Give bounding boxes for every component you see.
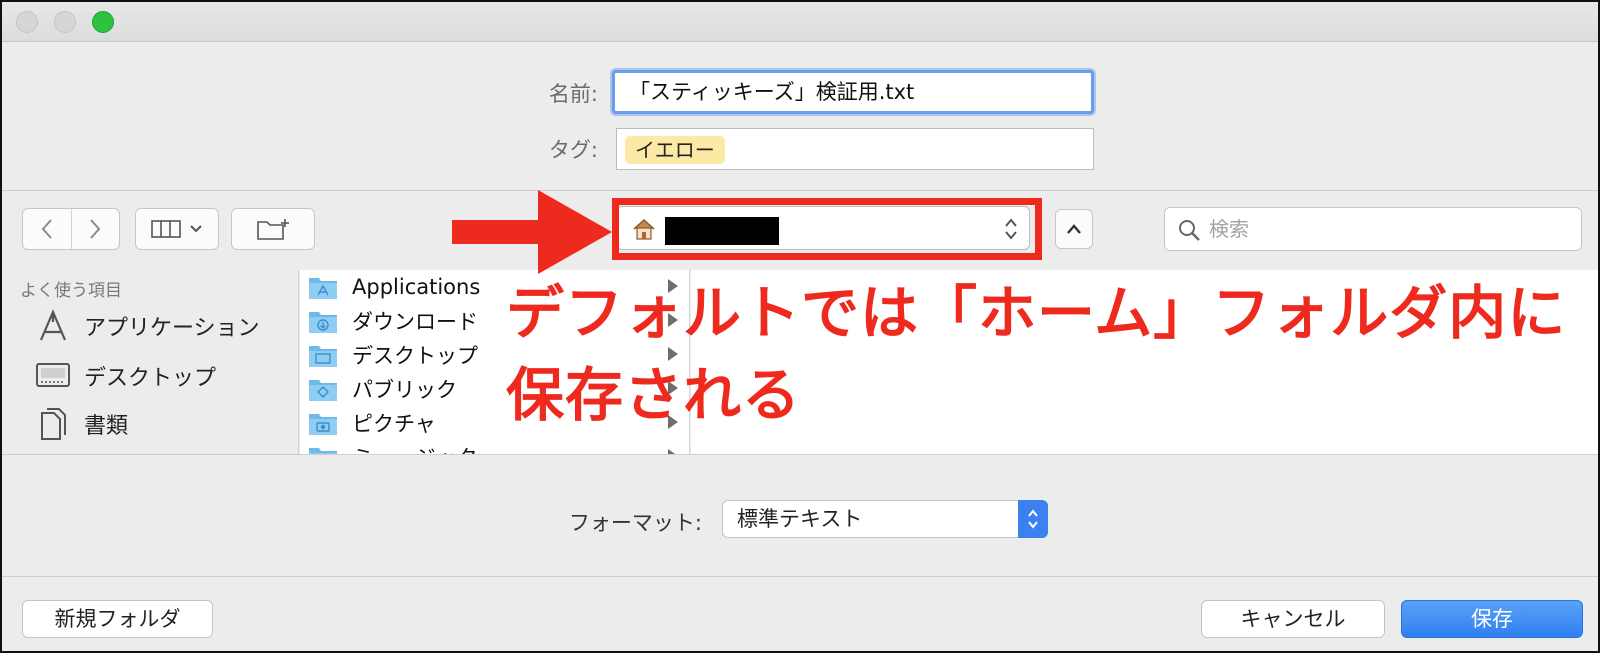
minimize-window-button[interactable] xyxy=(54,11,76,33)
sidebar-item-desktop[interactable]: デスクトップ xyxy=(32,354,216,398)
search-input[interactable] xyxy=(1209,214,1569,244)
annotation-text: デフォルトでは「ホーム」フォルダ内に 保存される xyxy=(506,272,1596,436)
close-window-button[interactable] xyxy=(16,11,38,33)
folder-icon xyxy=(309,380,337,401)
desktop-icon xyxy=(32,356,74,396)
format-select[interactable]: 標準テキスト xyxy=(722,500,1048,538)
name-label: 名前: xyxy=(548,82,598,106)
annotation-text-line2: 保存される xyxy=(506,361,802,429)
chevron-up-icon xyxy=(1067,224,1081,234)
tags-input[interactable]: イエロー xyxy=(616,128,1094,170)
forward-button[interactable] xyxy=(71,209,119,249)
column-view-icon xyxy=(151,220,181,238)
zoom-window-button[interactable] xyxy=(92,11,114,33)
new-folder-toolbar-button[interactable] xyxy=(231,208,315,250)
divider xyxy=(2,190,1598,191)
annotation-arrow-icon xyxy=(452,190,612,274)
format-value: 標準テキスト xyxy=(737,507,863,531)
folder-icon xyxy=(309,448,337,454)
chevron-left-icon xyxy=(41,219,52,239)
list-item-label: ミュージック xyxy=(352,442,478,454)
save-button[interactable]: 保存 xyxy=(1401,600,1583,638)
chevron-down-icon xyxy=(190,225,202,233)
chevron-right-icon xyxy=(90,219,101,239)
save-dialog: 名前: 「スティッキーズ」検証用.txt タグ: イエロー 検索 よく使う項目 … xyxy=(0,0,1600,653)
divider xyxy=(2,454,1598,455)
title-bar xyxy=(2,2,1598,42)
select-stepper-icon xyxy=(1018,500,1048,538)
applications-icon xyxy=(32,306,74,346)
folder-icon xyxy=(309,278,337,299)
sidebar-heading: よく使う項目 xyxy=(20,281,122,301)
back-button[interactable] xyxy=(23,209,71,249)
documents-icon xyxy=(32,404,74,444)
new-folder-icon xyxy=(257,219,289,240)
sidebar: よく使う項目 アプリケーション デスクトップ 書類 xyxy=(2,270,299,454)
new-folder-button[interactable]: 新規フォルダ xyxy=(22,600,213,638)
list-item-label: デスクトップ xyxy=(352,344,478,368)
folder-icon xyxy=(309,414,337,435)
annotation-text-line1: デフォルトでは「ホーム」フォルダ内に xyxy=(506,279,1567,347)
list-item-label: ピクチャ xyxy=(352,412,436,436)
tags-label: タグ: xyxy=(548,138,598,162)
sidebar-item-applications[interactable]: アプリケーション xyxy=(32,304,260,348)
list-item-label: ダウンロード xyxy=(352,310,478,334)
format-label: フォーマット: xyxy=(568,511,702,535)
sidebar-item-label: アプリケーション xyxy=(84,316,260,341)
sidebar-item-label: 書類 xyxy=(84,414,129,439)
file-name-input[interactable]: 「スティッキーズ」検証用.txt xyxy=(612,70,1094,114)
annotation-highlight-box xyxy=(612,198,1042,260)
search-field[interactable] xyxy=(1164,207,1582,251)
list-item[interactable]: ミュージック xyxy=(308,440,678,454)
cancel-button[interactable]: キャンセル xyxy=(1201,600,1385,638)
view-mode-button[interactable] xyxy=(135,208,219,250)
list-item-label: Applications xyxy=(352,275,481,299)
divider xyxy=(2,576,1598,577)
search-icon xyxy=(1179,220,1200,241)
folder-icon xyxy=(309,312,337,333)
sidebar-item-documents[interactable]: 書類 xyxy=(32,402,128,446)
expand-collapse-button[interactable] xyxy=(1055,209,1093,249)
list-item-label: パブリック xyxy=(352,378,457,402)
back-forward-control xyxy=(22,208,120,250)
folder-icon xyxy=(309,346,337,367)
tag-chip-yellow[interactable]: イエロー xyxy=(625,136,725,164)
sidebar-item-label: デスクトップ xyxy=(84,366,217,391)
